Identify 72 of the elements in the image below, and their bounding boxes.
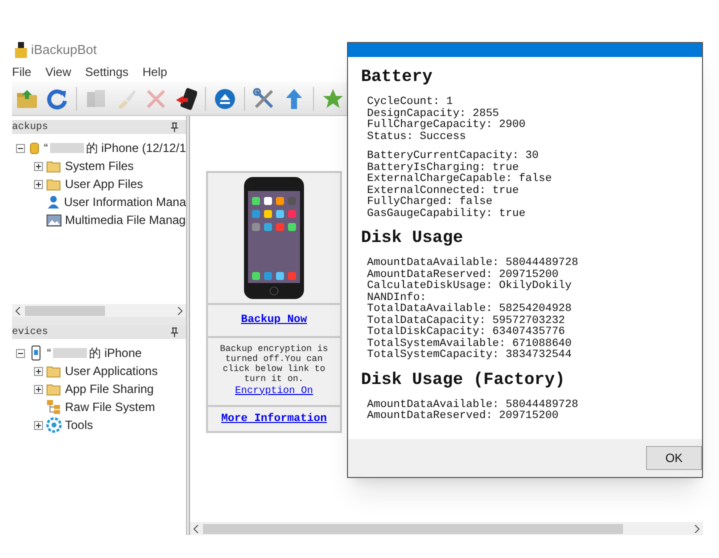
gear-icon (46, 417, 62, 433)
tools-icon[interactable] (253, 88, 275, 110)
property-line: BatteryIsCharging: true (367, 162, 520, 174)
property-line: Status: Success (367, 132, 468, 143)
property-line: BatteryCurrentCapacity: 30 (367, 151, 540, 162)
pin-icon[interactable] (171, 122, 178, 132)
tree-item[interactable]: System Files (65, 157, 134, 175)
backup-now-link[interactable]: Backup Now (240, 312, 307, 328)
folder-tree-icon (46, 399, 62, 415)
encryption-on-link[interactable]: Encryption On (234, 384, 313, 398)
property-line: GasGaugeCapability: true (367, 208, 526, 220)
property-line: TotalDiskCapacity: 63407435776 (367, 327, 566, 338)
section-heading: Disk Usage (361, 228, 464, 250)
tree-item[interactable]: User Applications (65, 362, 158, 380)
property-line: NANDInfo: (367, 292, 426, 304)
property-line: TotalSystemAvailable: 671088640 (367, 338, 573, 350)
collapse-icon[interactable] (16, 144, 25, 152)
up-arrow-icon[interactable] (283, 88, 305, 110)
property-line: FullChargeCapacity: 2900 (367, 120, 526, 132)
property-line: ExternalChargeCapable: false (367, 174, 553, 185)
property-line: AmountDataReserved: 209715200 (367, 411, 560, 422)
user-icon (46, 194, 61, 210)
ok-button[interactable]: OK (646, 446, 702, 470)
property-line: AmountDataAvailable: 58044489728 (367, 258, 580, 269)
expand-icon[interactable] (34, 384, 43, 394)
property-line: TotalDataCapacity: 59572703232 (367, 316, 566, 326)
property-line: AmountDataReserved: 209715200 (367, 270, 558, 280)
refresh-icon[interactable] (46, 88, 68, 110)
eject-icon[interactable] (214, 88, 236, 110)
encryption-note: Backup encryption is turned off.You can click below link to turn it on. (218, 344, 330, 384)
property-line: CycleCount: 1 (367, 97, 454, 108)
menu-item[interactable]: Help (142, 63, 168, 81)
tree-item[interactable]: Multimedia File Manag (65, 211, 186, 229)
expand-icon[interactable] (34, 162, 43, 170)
tree-item[interactable]: Tools (65, 416, 94, 434)
tree-item[interactable]: Raw File System (65, 398, 156, 416)
scrollbar[interactable] (12, 304, 186, 317)
cylinder-icon (28, 140, 41, 156)
pane-title: ackups (12, 120, 48, 134)
picture-icon (46, 212, 62, 228)
property-line: ExternalConnected: true (367, 186, 520, 196)
expand-icon[interactable] (34, 180, 43, 188)
section-heading: Disk Usage (Factory) (361, 370, 566, 392)
expand-icon[interactable] (34, 420, 43, 430)
scrollbar-thumb[interactable] (25, 306, 105, 316)
phone-arrow-icon[interactable] (175, 88, 197, 110)
window-title: iBackupBot (31, 41, 97, 60)
folder-icon[interactable] (16, 88, 38, 110)
tree-item[interactable]: “ 的 iPhone (12/12/1 (44, 139, 186, 157)
expand-icon[interactable] (34, 366, 43, 376)
tree-item[interactable]: User Information Mana (64, 193, 186, 211)
tree-item[interactable]: User App Files (65, 175, 144, 193)
app-icon (15, 42, 27, 58)
menu-item[interactable]: Settings (85, 63, 128, 81)
property-line: FullyCharged: false (367, 197, 494, 208)
scrollbar[interactable] (190, 522, 703, 535)
star-icon[interactable] (322, 88, 344, 110)
pane-title: evices (12, 326, 48, 340)
tree-item[interactable]: “ 的 iPhone (47, 344, 142, 362)
property-line: TotalSystemCapacity: 3834732544 (367, 350, 573, 362)
more-information-link[interactable]: More Information (221, 410, 327, 427)
menu-item[interactable]: File (12, 63, 32, 81)
pin-icon[interactable] (171, 327, 178, 337)
menu-item[interactable]: View (45, 63, 72, 81)
property-line: TotalDataAvailable: 58254204928 (367, 304, 573, 315)
property-line: CalculateDiskUsage: OkilyDokily (367, 281, 573, 292)
tree-item[interactable]: App File Sharing (65, 380, 154, 398)
section-heading: Battery (361, 67, 434, 89)
collapse-icon[interactable] (16, 348, 25, 358)
property-line: DesignCapacity: 2855 (367, 108, 500, 120)
scrollbar-thumb[interactable] (203, 524, 623, 534)
property-line: AmountDataAvailable: 58044489728 (367, 400, 580, 410)
